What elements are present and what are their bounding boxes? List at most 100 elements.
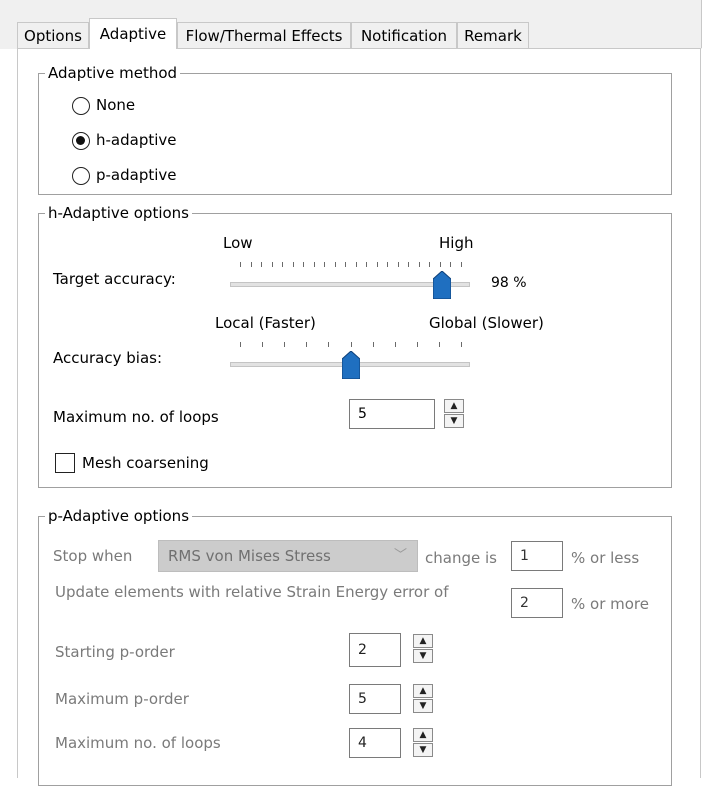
maximum-p-order-label: Maximum p-order — [55, 690, 189, 708]
p-max-loops-up-icon[interactable]: ▲ — [413, 728, 433, 742]
update-elements-value-input[interactable]: 2 — [511, 588, 563, 618]
slider-tick — [419, 262, 420, 267]
accuracy-bias-label: Accuracy bias: — [53, 349, 162, 367]
slider-tick — [377, 262, 378, 267]
h-max-loops-spinner: ▲ ▼ — [444, 399, 464, 429]
p-max-loops-input[interactable]: 4 — [349, 728, 401, 758]
slider-tick — [417, 342, 418, 347]
slider-tick — [351, 342, 352, 347]
p-adaptive-options-group: p-Adaptive options Stop when RMS von Mis… — [38, 506, 672, 786]
adaptive-tab-page: Adaptive method None h-adaptive p-adapti… — [17, 48, 701, 786]
p-max-loops-down-icon[interactable]: ▼ — [413, 743, 433, 757]
h-max-loops-input[interactable]: 5 — [349, 399, 435, 429]
h-adaptive-options-group: h-Adaptive options Low High Target accur… — [38, 203, 672, 488]
slider-tick — [387, 262, 388, 267]
accuracy-bias-ticks — [240, 342, 462, 349]
slider-tick — [240, 262, 241, 267]
tab-flow-thermal-effects[interactable]: Flow/Thermal Effects — [177, 22, 351, 48]
slider-tick — [262, 342, 263, 347]
slider-tick — [373, 342, 374, 347]
maximum-p-order-spinner: ▲ ▼ — [413, 684, 433, 714]
target-accuracy-high-label: High — [439, 234, 474, 252]
maximum-p-order-input[interactable]: 5 — [349, 684, 401, 714]
target-accuracy-low-label: Low — [223, 234, 253, 252]
slider-tick — [303, 262, 304, 267]
radio-none-circle[interactable] — [72, 97, 90, 115]
tab-notification-label: Notification — [360, 27, 448, 45]
slider-tick — [282, 262, 283, 267]
stop-when-selected: RMS von Mises Stress — [168, 547, 331, 565]
starting-p-order-input[interactable]: 2 — [349, 633, 401, 667]
update-elements-label: Update elements with relative Strain Ene… — [55, 583, 449, 601]
slider-tick — [328, 342, 329, 347]
h-adaptive-options-title: h-Adaptive options — [45, 203, 192, 223]
tab-adaptive-label: Adaptive — [99, 25, 167, 43]
h-max-loops-label: Maximum no. of loops — [53, 408, 219, 426]
tab-options[interactable]: Options — [17, 22, 89, 48]
p-adaptive-options-title: p-Adaptive options — [45, 506, 193, 526]
adaptive-method-title: Adaptive method — [45, 63, 181, 83]
tab-remark-label: Remark — [464, 27, 522, 45]
slider-tick — [461, 342, 462, 347]
tab-flow-thermal-label: Flow/Thermal Effects — [185, 27, 343, 45]
p-max-loops-label: Maximum no. of loops — [55, 734, 221, 752]
stop-when-suffix: % or less — [571, 549, 640, 567]
adaptive-method-group: Adaptive method None h-adaptive p-adapti… — [38, 63, 672, 195]
slider-tick — [335, 262, 336, 267]
slider-tick — [293, 262, 294, 267]
mesh-coarsening-checkbox[interactable] — [55, 453, 75, 473]
slider-tick — [398, 262, 399, 267]
radio-h-adaptive-circle[interactable] — [72, 132, 90, 150]
radio-h-adaptive-label: h-adaptive — [96, 131, 177, 149]
update-elements-suffix: % or more — [571, 595, 649, 613]
stop-when-select[interactable]: RMS von Mises Stress ﹀ — [158, 540, 418, 572]
stop-when-label: Stop when — [53, 547, 133, 565]
tab-remark[interactable]: Remark — [457, 22, 529, 48]
slider-tick — [345, 262, 346, 267]
radio-p-adaptive-circle[interactable] — [72, 167, 90, 185]
slider-tick — [429, 262, 430, 267]
accuracy-bias-min-label: Local (Faster) — [215, 314, 316, 332]
target-accuracy-value: 98 % — [491, 275, 527, 291]
target-accuracy-slider-thumb[interactable] — [433, 271, 452, 299]
slider-tick — [251, 262, 252, 267]
accuracy-bias-slider-thumb[interactable] — [342, 351, 360, 379]
slider-tick — [356, 262, 357, 267]
h-max-loops-down-icon[interactable]: ▼ — [444, 414, 464, 428]
slider-tick — [395, 342, 396, 347]
slider-tick — [324, 262, 325, 267]
slider-tick — [284, 342, 285, 347]
slider-tick — [439, 342, 440, 347]
accuracy-bias-max-label: Global (Slower) — [429, 314, 544, 332]
starting-p-order-spinner: ▲ ▼ — [413, 634, 433, 664]
slider-tick — [272, 262, 273, 267]
tab-adaptive[interactable]: Adaptive — [89, 18, 177, 49]
radio-p-adaptive-label: p-adaptive — [96, 166, 177, 184]
radio-none-label: None — [96, 96, 136, 114]
slider-tick — [461, 262, 462, 267]
slider-tick — [261, 262, 262, 267]
tab-notification[interactable]: Notification — [351, 22, 457, 48]
target-accuracy-ticks — [240, 262, 462, 269]
slider-tick — [314, 262, 315, 267]
mesh-coarsening-label: Mesh coarsening — [82, 454, 209, 472]
tab-strip: Options Adaptive Flow/Thermal Effects No… — [0, 0, 702, 49]
stop-when-change-label: change is — [425, 549, 497, 567]
slider-tick — [306, 342, 307, 347]
tab-options-label: Options — [24, 27, 82, 45]
p-max-loops-spinner: ▲ ▼ — [413, 728, 433, 758]
slider-tick — [240, 342, 241, 347]
starting-p-order-up-icon[interactable]: ▲ — [413, 634, 433, 648]
target-accuracy-label: Target accuracy: — [53, 270, 176, 288]
h-max-loops-up-icon[interactable]: ▲ — [444, 399, 464, 413]
maximum-p-order-up-icon[interactable]: ▲ — [413, 684, 433, 698]
slider-tick — [450, 262, 451, 267]
slider-tick — [366, 262, 367, 267]
slider-tick — [440, 262, 441, 267]
chevron-down-icon: ﹀ — [393, 548, 407, 563]
slider-tick — [408, 262, 409, 267]
starting-p-order-label: Starting p-order — [55, 643, 175, 661]
stop-when-value-input[interactable]: 1 — [511, 541, 563, 571]
maximum-p-order-down-icon[interactable]: ▼ — [413, 699, 433, 713]
starting-p-order-down-icon[interactable]: ▼ — [413, 649, 433, 663]
